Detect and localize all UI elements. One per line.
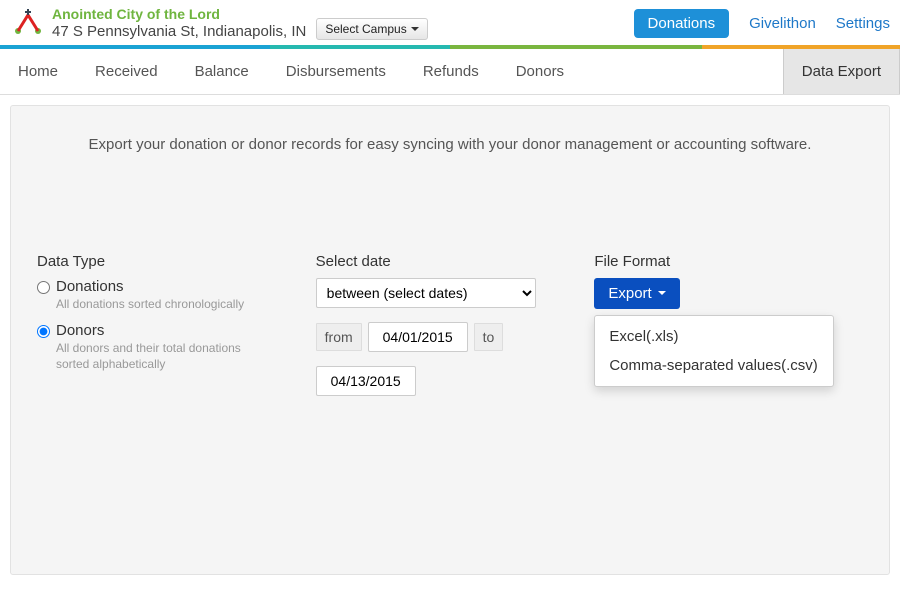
format-option-csv[interactable]: Comma-separated values(.csv)	[595, 351, 833, 380]
file-format-section: File Format Export Excel(.xls) Comma-sep…	[594, 253, 863, 410]
export-format-dropdown: Excel(.xls) Comma-separated values(.csv)	[594, 315, 834, 387]
top-bar: Anointed City of the Lord 47 S Pennsylva…	[0, 0, 900, 45]
nav-balance[interactable]: Balance	[177, 49, 268, 94]
export-button[interactable]: Export	[594, 278, 679, 309]
to-tag: to	[474, 323, 504, 351]
main-nav: Home Received Balance Disbursements Refu…	[0, 49, 900, 95]
nav-donors[interactable]: Donors	[498, 49, 583, 94]
option-donations-label: Donations	[56, 278, 244, 295]
caret-down-icon	[411, 27, 419, 31]
select-date-section: Select date between (select dates) from …	[316, 253, 585, 410]
nav-data-export[interactable]: Data Export	[783, 49, 900, 94]
file-format-title: File Format	[594, 253, 863, 270]
format-option-xls[interactable]: Excel(.xls)	[595, 322, 833, 351]
option-donors-desc: All donors and their total donations sor…	[56, 341, 276, 372]
nav-home[interactable]: Home	[0, 49, 77, 94]
option-donors-label: Donors	[56, 322, 276, 339]
to-date-input[interactable]	[316, 366, 416, 396]
from-tag: from	[316, 323, 362, 351]
givelithon-link[interactable]: Givelithon	[749, 15, 816, 32]
data-type-section: Data Type Donations All donations sorted…	[37, 253, 306, 410]
settings-link[interactable]: Settings	[836, 15, 890, 32]
date-mode-select[interactable]: between (select dates)	[316, 278, 536, 308]
export-button-label: Export	[608, 285, 651, 302]
nav-refunds[interactable]: Refunds	[405, 49, 498, 94]
nav-received[interactable]: Received	[77, 49, 177, 94]
select-date-title: Select date	[316, 253, 585, 270]
donations-button[interactable]: Donations	[634, 9, 730, 38]
from-date-input[interactable]	[368, 322, 468, 352]
export-intro: Export your donation or donor records fo…	[37, 136, 863, 153]
org-address: 47 S Pennsylvania St, Indianapolis, IN	[52, 23, 306, 41]
select-campus-label: Select Campus	[325, 22, 406, 36]
export-panel: Export your donation or donor records fo…	[10, 105, 890, 575]
nav-disbursements[interactable]: Disbursements	[268, 49, 405, 94]
option-donations-desc: All donations sorted chronologically	[56, 297, 244, 313]
radio-donors[interactable]	[37, 325, 50, 338]
radio-donations[interactable]	[37, 281, 50, 294]
data-type-title: Data Type	[37, 253, 306, 270]
org-name: Anointed City of the Lord	[52, 6, 306, 23]
caret-down-icon	[658, 291, 666, 295]
org-logo	[10, 8, 46, 38]
select-campus-button[interactable]: Select Campus	[316, 18, 427, 40]
